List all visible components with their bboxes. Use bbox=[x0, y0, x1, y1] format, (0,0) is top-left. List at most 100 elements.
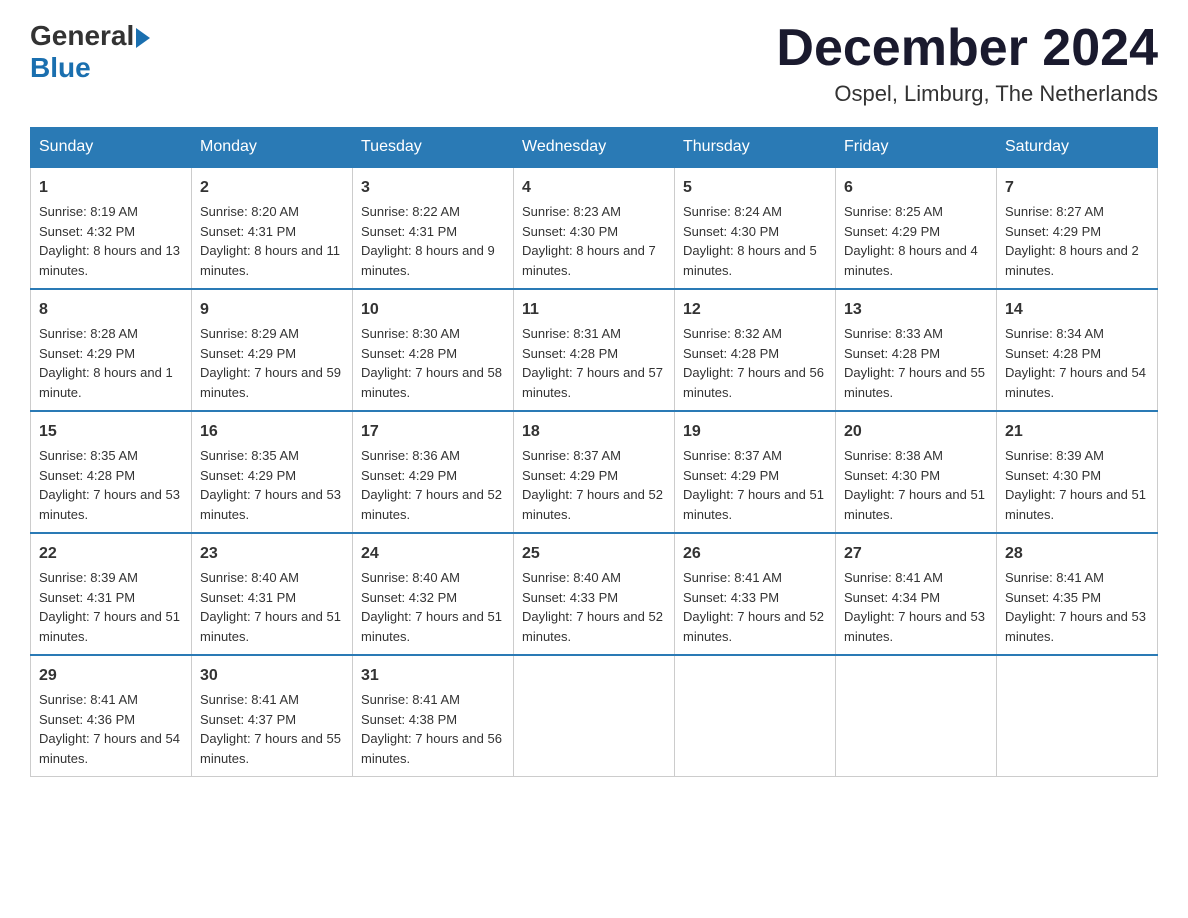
sunrise-info: Sunrise: 8:35 AM bbox=[200, 448, 299, 463]
daylight-info: Daylight: 7 hours and 51 minutes. bbox=[1005, 487, 1146, 522]
sunset-info: Sunset: 4:33 PM bbox=[683, 590, 779, 605]
sunset-info: Sunset: 4:32 PM bbox=[361, 590, 457, 605]
month-title: December 2024 bbox=[776, 20, 1158, 77]
sunset-info: Sunset: 4:32 PM bbox=[39, 224, 135, 239]
sunrise-info: Sunrise: 8:41 AM bbox=[683, 570, 782, 585]
sunset-info: Sunset: 4:28 PM bbox=[522, 346, 618, 361]
sunrise-info: Sunrise: 8:31 AM bbox=[522, 326, 621, 341]
day-number: 21 bbox=[1005, 420, 1149, 444]
table-row: 24 Sunrise: 8:40 AM Sunset: 4:32 PM Dayl… bbox=[353, 533, 514, 655]
header-friday: Friday bbox=[836, 128, 997, 168]
sunset-info: Sunset: 4:28 PM bbox=[683, 346, 779, 361]
daylight-info: Daylight: 7 hours and 53 minutes. bbox=[39, 487, 180, 522]
day-number: 9 bbox=[200, 298, 344, 322]
table-row: 28 Sunrise: 8:41 AM Sunset: 4:35 PM Dayl… bbox=[997, 533, 1158, 655]
table-row: 31 Sunrise: 8:41 AM Sunset: 4:38 PM Dayl… bbox=[353, 655, 514, 777]
daylight-info: Daylight: 7 hours and 52 minutes. bbox=[522, 609, 663, 644]
calendar-week-row: 29 Sunrise: 8:41 AM Sunset: 4:36 PM Dayl… bbox=[31, 655, 1158, 777]
day-number: 16 bbox=[200, 420, 344, 444]
day-number: 23 bbox=[200, 542, 344, 566]
sunrise-info: Sunrise: 8:22 AM bbox=[361, 204, 460, 219]
day-number: 4 bbox=[522, 176, 666, 200]
calendar-table: Sunday Monday Tuesday Wednesday Thursday… bbox=[30, 127, 1158, 777]
sunset-info: Sunset: 4:35 PM bbox=[1005, 590, 1101, 605]
daylight-info: Daylight: 7 hours and 52 minutes. bbox=[522, 487, 663, 522]
table-row: 7 Sunrise: 8:27 AM Sunset: 4:29 PM Dayli… bbox=[997, 167, 1158, 289]
table-row: 26 Sunrise: 8:41 AM Sunset: 4:33 PM Dayl… bbox=[675, 533, 836, 655]
daylight-info: Daylight: 7 hours and 51 minutes. bbox=[39, 609, 180, 644]
sunset-info: Sunset: 4:37 PM bbox=[200, 712, 296, 727]
day-number: 1 bbox=[39, 176, 183, 200]
table-row: 13 Sunrise: 8:33 AM Sunset: 4:28 PM Dayl… bbox=[836, 289, 997, 411]
day-number: 28 bbox=[1005, 542, 1149, 566]
sunrise-info: Sunrise: 8:27 AM bbox=[1005, 204, 1104, 219]
daylight-info: Daylight: 7 hours and 54 minutes. bbox=[1005, 365, 1146, 400]
title-section: December 2024 Ospel, Limburg, The Nether… bbox=[776, 20, 1158, 107]
daylight-info: Daylight: 7 hours and 54 minutes. bbox=[39, 731, 180, 766]
table-row: 4 Sunrise: 8:23 AM Sunset: 4:30 PM Dayli… bbox=[514, 167, 675, 289]
table-row: 30 Sunrise: 8:41 AM Sunset: 4:37 PM Dayl… bbox=[192, 655, 353, 777]
day-number: 26 bbox=[683, 542, 827, 566]
daylight-info: Daylight: 8 hours and 1 minute. bbox=[39, 365, 173, 400]
sunrise-info: Sunrise: 8:41 AM bbox=[200, 692, 299, 707]
sunset-info: Sunset: 4:31 PM bbox=[200, 590, 296, 605]
daylight-info: Daylight: 7 hours and 56 minutes. bbox=[361, 731, 502, 766]
table-row bbox=[997, 655, 1158, 777]
table-row: 21 Sunrise: 8:39 AM Sunset: 4:30 PM Dayl… bbox=[997, 411, 1158, 533]
sunset-info: Sunset: 4:28 PM bbox=[39, 468, 135, 483]
calendar-week-row: 15 Sunrise: 8:35 AM Sunset: 4:28 PM Dayl… bbox=[31, 411, 1158, 533]
daylight-info: Daylight: 7 hours and 51 minutes. bbox=[361, 609, 502, 644]
daylight-info: Daylight: 7 hours and 57 minutes. bbox=[522, 365, 663, 400]
sunset-info: Sunset: 4:29 PM bbox=[522, 468, 618, 483]
sunrise-info: Sunrise: 8:30 AM bbox=[361, 326, 460, 341]
sunrise-info: Sunrise: 8:40 AM bbox=[361, 570, 460, 585]
sunrise-info: Sunrise: 8:38 AM bbox=[844, 448, 943, 463]
sunset-info: Sunset: 4:30 PM bbox=[1005, 468, 1101, 483]
sunset-info: Sunset: 4:30 PM bbox=[844, 468, 940, 483]
sunrise-info: Sunrise: 8:19 AM bbox=[39, 204, 138, 219]
day-number: 31 bbox=[361, 664, 505, 688]
table-row: 25 Sunrise: 8:40 AM Sunset: 4:33 PM Dayl… bbox=[514, 533, 675, 655]
daylight-info: Daylight: 7 hours and 51 minutes. bbox=[683, 487, 824, 522]
day-number: 13 bbox=[844, 298, 988, 322]
header-wednesday: Wednesday bbox=[514, 128, 675, 168]
day-number: 27 bbox=[844, 542, 988, 566]
daylight-info: Daylight: 7 hours and 55 minutes. bbox=[200, 731, 341, 766]
day-number: 8 bbox=[39, 298, 183, 322]
day-number: 7 bbox=[1005, 176, 1149, 200]
header-saturday: Saturday bbox=[997, 128, 1158, 168]
sunset-info: Sunset: 4:30 PM bbox=[522, 224, 618, 239]
daylight-info: Daylight: 8 hours and 4 minutes. bbox=[844, 243, 978, 278]
table-row: 14 Sunrise: 8:34 AM Sunset: 4:28 PM Dayl… bbox=[997, 289, 1158, 411]
sunrise-info: Sunrise: 8:29 AM bbox=[200, 326, 299, 341]
sunset-info: Sunset: 4:31 PM bbox=[200, 224, 296, 239]
daylight-info: Daylight: 7 hours and 58 minutes. bbox=[361, 365, 502, 400]
sunrise-info: Sunrise: 8:28 AM bbox=[39, 326, 138, 341]
logo-blue: Blue bbox=[30, 52, 91, 84]
day-number: 15 bbox=[39, 420, 183, 444]
daylight-info: Daylight: 7 hours and 55 minutes. bbox=[844, 365, 985, 400]
table-row: 20 Sunrise: 8:38 AM Sunset: 4:30 PM Dayl… bbox=[836, 411, 997, 533]
sunset-info: Sunset: 4:33 PM bbox=[522, 590, 618, 605]
daylight-info: Daylight: 7 hours and 53 minutes. bbox=[844, 609, 985, 644]
table-row: 15 Sunrise: 8:35 AM Sunset: 4:28 PM Dayl… bbox=[31, 411, 192, 533]
daylight-info: Daylight: 7 hours and 53 minutes. bbox=[1005, 609, 1146, 644]
sunset-info: Sunset: 4:31 PM bbox=[39, 590, 135, 605]
day-number: 25 bbox=[522, 542, 666, 566]
sunset-info: Sunset: 4:29 PM bbox=[683, 468, 779, 483]
table-row: 10 Sunrise: 8:30 AM Sunset: 4:28 PM Dayl… bbox=[353, 289, 514, 411]
sunset-info: Sunset: 4:29 PM bbox=[361, 468, 457, 483]
calendar-week-row: 8 Sunrise: 8:28 AM Sunset: 4:29 PM Dayli… bbox=[31, 289, 1158, 411]
sunrise-info: Sunrise: 8:24 AM bbox=[683, 204, 782, 219]
daylight-info: Daylight: 7 hours and 53 minutes. bbox=[200, 487, 341, 522]
day-number: 3 bbox=[361, 176, 505, 200]
table-row bbox=[836, 655, 997, 777]
sunrise-info: Sunrise: 8:40 AM bbox=[200, 570, 299, 585]
sunrise-info: Sunrise: 8:40 AM bbox=[522, 570, 621, 585]
daylight-info: Daylight: 7 hours and 51 minutes. bbox=[844, 487, 985, 522]
day-number: 18 bbox=[522, 420, 666, 444]
sunset-info: Sunset: 4:36 PM bbox=[39, 712, 135, 727]
daylight-info: Daylight: 7 hours and 52 minutes. bbox=[683, 609, 824, 644]
daylight-info: Daylight: 8 hours and 2 minutes. bbox=[1005, 243, 1139, 278]
day-number: 6 bbox=[844, 176, 988, 200]
